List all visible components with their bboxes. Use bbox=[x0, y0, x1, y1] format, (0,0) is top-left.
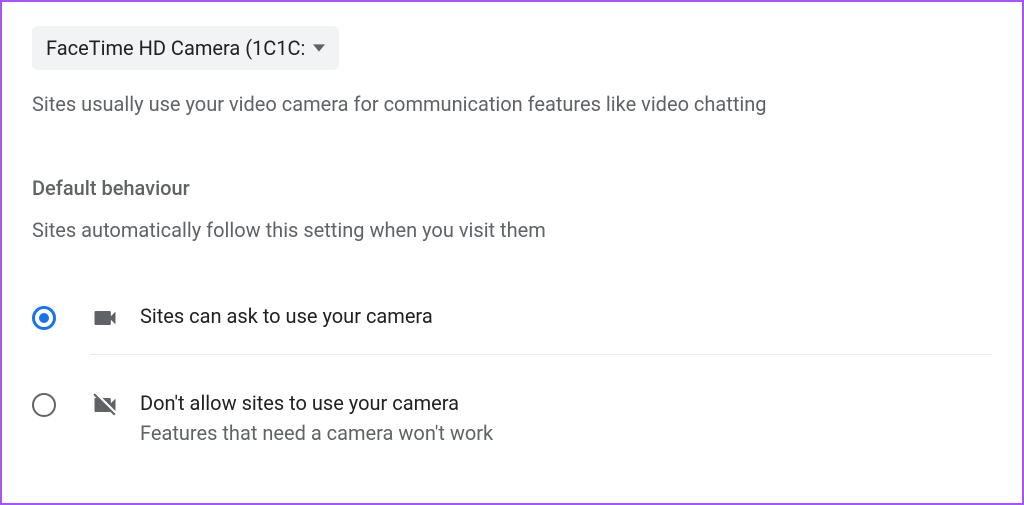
option-sublabel: Features that need a camera won't work bbox=[140, 421, 493, 445]
option-sites-can-ask[interactable]: Sites can ask to use your camera bbox=[32, 286, 992, 373]
camera-dropdown[interactable]: FaceTime HD Camera (1C1C: bbox=[32, 26, 339, 70]
camera-dropdown-label: FaceTime HD Camera (1C1C: bbox=[46, 36, 305, 60]
videocam-off-icon bbox=[91, 391, 119, 419]
option-dont-allow[interactable]: Don't allow sites to use your camera Fea… bbox=[32, 373, 992, 463]
chevron-down-icon bbox=[313, 42, 325, 54]
option-label: Sites can ask to use your camera bbox=[140, 304, 433, 328]
videocam-icon bbox=[91, 304, 119, 332]
default-behavior-subtitle: Sites automatically follow this setting … bbox=[32, 218, 992, 242]
default-behavior-options: Sites can ask to use your camera Don't a… bbox=[32, 286, 992, 463]
default-behavior-heading: Default behaviour bbox=[32, 176, 992, 200]
radio-button[interactable] bbox=[32, 306, 56, 330]
option-label: Don't allow sites to use your camera bbox=[140, 391, 493, 415]
camera-description: Sites usually use your video camera for … bbox=[32, 92, 992, 116]
radio-button[interactable] bbox=[32, 393, 56, 417]
